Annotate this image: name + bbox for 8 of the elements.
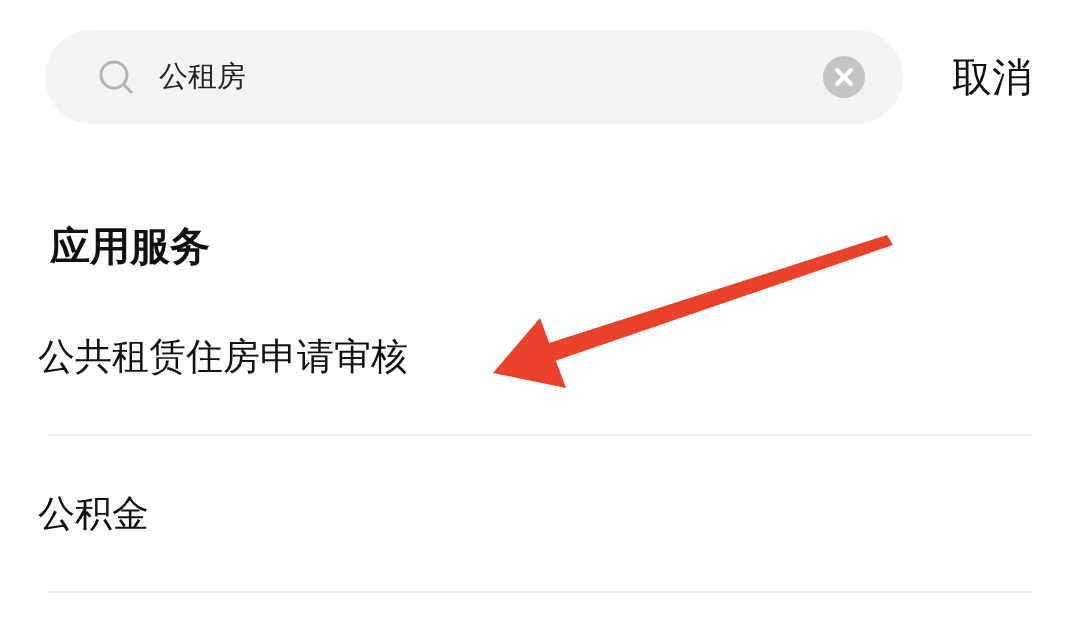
search-input[interactable]: 公租房 [159, 55, 823, 99]
search-icon [97, 58, 135, 96]
search-field[interactable]: 公租房 [45, 30, 903, 124]
result-item[interactable]: 公共租赁住房申请审核 [38, 332, 408, 382]
cancel-button[interactable]: 取消 [952, 57, 1032, 97]
clear-icon[interactable] [823, 56, 865, 98]
section-heading: 应用服务 [50, 222, 210, 271]
result-item[interactable]: 公积金 [38, 489, 149, 539]
